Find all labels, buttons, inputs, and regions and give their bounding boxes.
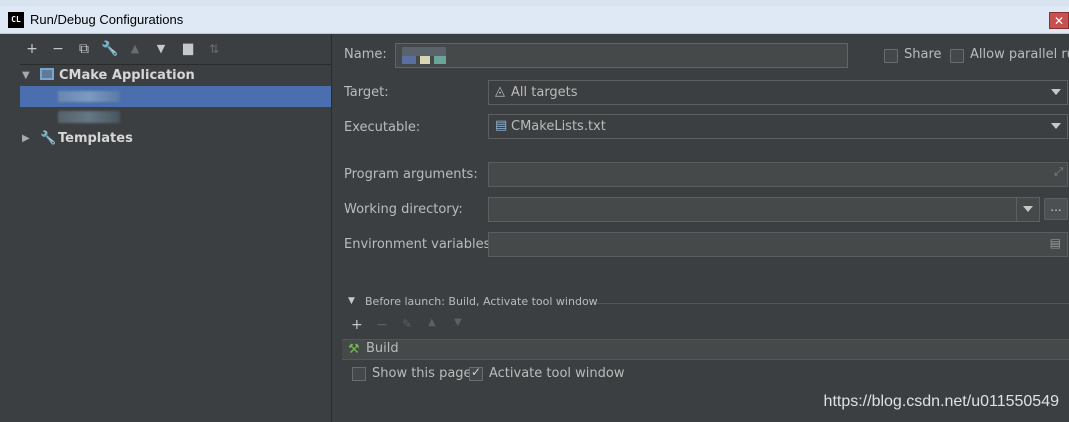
section-divider <box>596 303 1069 304</box>
target-dropdown[interactable]: ◬ All targets <box>488 80 1068 105</box>
tree-group-cmake-application[interactable]: ▼ CMake Application <box>20 65 331 86</box>
plus-icon[interactable]: + <box>23 40 41 58</box>
show-this-page-checkbox[interactable] <box>352 367 366 381</box>
executable-dropdown[interactable]: ▤ CMakeLists.txt <box>488 114 1068 139</box>
share-checkbox[interactable] <box>884 49 898 63</box>
move-down-icon[interactable]: ▼ <box>454 317 462 328</box>
title-bar: CL Run/Debug Configurations ✕ <box>0 6 1069 34</box>
arrow-down-icon[interactable]: ▼ <box>152 40 170 58</box>
list-item[interactable]: ⚒ Build <box>342 340 1069 359</box>
before-launch-header: Before launch: Build, Activate tool wind… <box>365 295 598 308</box>
tree-group-label: CMake Application <box>59 68 195 83</box>
clion-app-icon: CL <box>8 12 24 28</box>
copy-icon[interactable]: ⧉ <box>75 40 93 58</box>
cmake-application-icon <box>40 68 54 80</box>
tree-item-config-2[interactable] <box>20 107 331 128</box>
executable-label: Executable: <box>344 120 421 135</box>
chevron-down-icon <box>1051 89 1061 95</box>
share-label: Share <box>904 47 942 62</box>
program-arguments-input[interactable]: ⤢ <box>488 162 1068 187</box>
executable-value: CMakeLists.txt <box>511 119 606 134</box>
wrench-icon[interactable]: 🔧 <box>101 40 119 58</box>
configurations-toolbar: + − ⧉ 🔧 ▲ ▼ ▆ ⇅ <box>0 34 332 64</box>
working-directory-input[interactable] <box>488 197 1040 222</box>
configurations-tree: ▼ CMake Application ▶ 🔧 Templates <box>20 64 331 420</box>
before-launch-list: ⚒ Build <box>342 339 1069 360</box>
target-label: Target: <box>344 85 389 100</box>
program-arguments-label: Program arguments: <box>344 167 478 182</box>
templates-wrench-icon: 🔧 <box>40 131 57 146</box>
browse-button[interactable]: ... <box>1044 198 1068 220</box>
redacted-name-value <box>402 47 452 65</box>
list-icon[interactable]: ▤ <box>1050 236 1061 250</box>
allow-parallel-run-label: Allow parallel run <box>970 47 1069 62</box>
targets-icon: ◬ <box>495 84 505 99</box>
cmake-file-icon: ▤ <box>495 118 508 133</box>
activate-tool-window-checkbox[interactable] <box>469 365 483 381</box>
chevron-down-icon <box>1051 123 1061 129</box>
expanded-arrow-icon[interactable]: ▼ <box>22 65 34 86</box>
activate-tool-window-label: Activate tool window <box>489 366 625 381</box>
environment-variables-label: Environment variables: <box>344 237 495 252</box>
collapse-arrow-icon[interactable]: ▼ <box>348 296 355 306</box>
tree-templates-label: Templates <box>58 131 133 146</box>
new-folder-icon[interactable]: ▆ <box>179 40 197 58</box>
hammer-icon: ⚒ <box>348 342 360 357</box>
configurations-panel: + − ⧉ 🔧 ▲ ▼ ▆ ⇅ ▼ CMake Application ▶ 🔧 T… <box>0 34 332 422</box>
window-title: Run/Debug Configurations <box>30 12 184 27</box>
target-value: All targets <box>511 85 578 100</box>
sort-icon[interactable]: ⇅ <box>205 40 223 58</box>
edit-task-icon[interactable]: ✎ <box>402 317 412 331</box>
collapsed-arrow-icon[interactable]: ▶ <box>22 128 34 149</box>
watermark: https://blog.csdn.net/u011550549 <box>823 393 1059 410</box>
name-input[interactable] <box>395 43 848 68</box>
move-up-icon[interactable]: ▲ <box>428 317 436 328</box>
show-this-page-label: Show this page <box>372 366 472 381</box>
configuration-editor: Name: Share Allow parallel run Target: ◬… <box>332 34 1069 422</box>
close-button[interactable]: ✕ <box>1049 12 1069 29</box>
working-directory-label: Working directory: <box>344 202 463 217</box>
remove-task-icon[interactable]: − <box>376 317 388 333</box>
allow-parallel-run-checkbox[interactable] <box>950 49 964 63</box>
expand-icon[interactable]: ⤢ <box>1054 165 1063 179</box>
redacted-config-name <box>58 91 120 102</box>
arrow-up-icon[interactable]: ▲ <box>126 40 144 58</box>
before-launch-toolbar: + − ✎ ▲ ▼ <box>348 317 488 335</box>
build-task-label: Build <box>366 341 399 356</box>
tree-item-config-1[interactable] <box>20 86 331 107</box>
add-task-icon[interactable]: + <box>351 317 363 333</box>
tree-group-templates[interactable]: ▶ 🔧 Templates <box>20 128 331 149</box>
environment-variables-input[interactable]: ▤ <box>488 232 1068 257</box>
name-label: Name: <box>344 47 387 62</box>
redacted-config-name <box>58 111 120 123</box>
chevron-down-icon[interactable] <box>1023 206 1033 212</box>
minus-icon[interactable]: − <box>49 40 67 58</box>
